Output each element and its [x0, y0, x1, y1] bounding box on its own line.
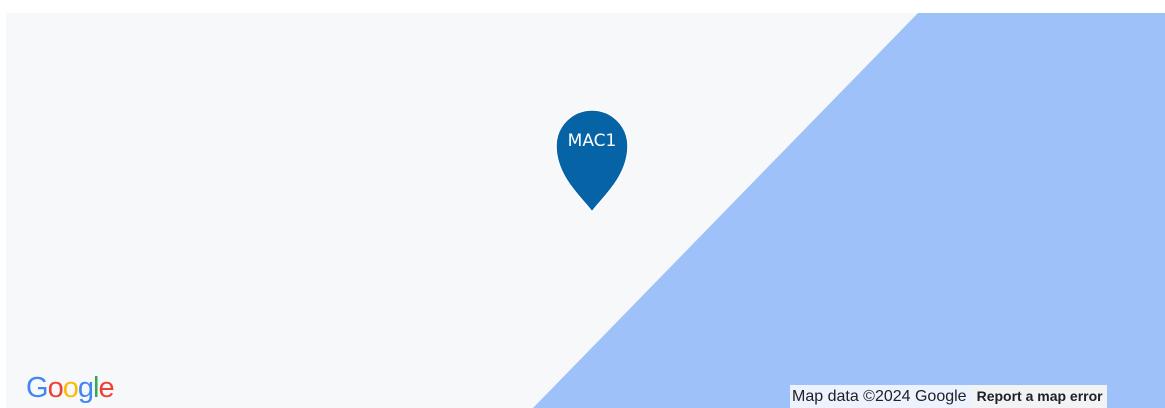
logo-letter: o	[62, 372, 79, 404]
logo-letter: G	[26, 372, 49, 404]
map-view[interactable]: MAC1 Google Map data ©2024 Google Report…	[6, 13, 1165, 408]
logo-letter: g	[77, 372, 94, 404]
google-logo[interactable]: Google	[26, 370, 115, 406]
logo-letter: e	[98, 372, 114, 404]
map-pin-icon	[555, 109, 629, 214]
marker-label: MAC1	[567, 131, 617, 151]
map-data-text: Map data ©2024 Google	[792, 388, 967, 405]
logo-letter: o	[47, 372, 64, 404]
report-map-error-link[interactable]: Report a map error	[970, 385, 1107, 408]
map-marker[interactable]: MAC1	[554, 108, 630, 214]
map-attribution: Map data ©2024 Google Report a map error	[790, 385, 1107, 408]
